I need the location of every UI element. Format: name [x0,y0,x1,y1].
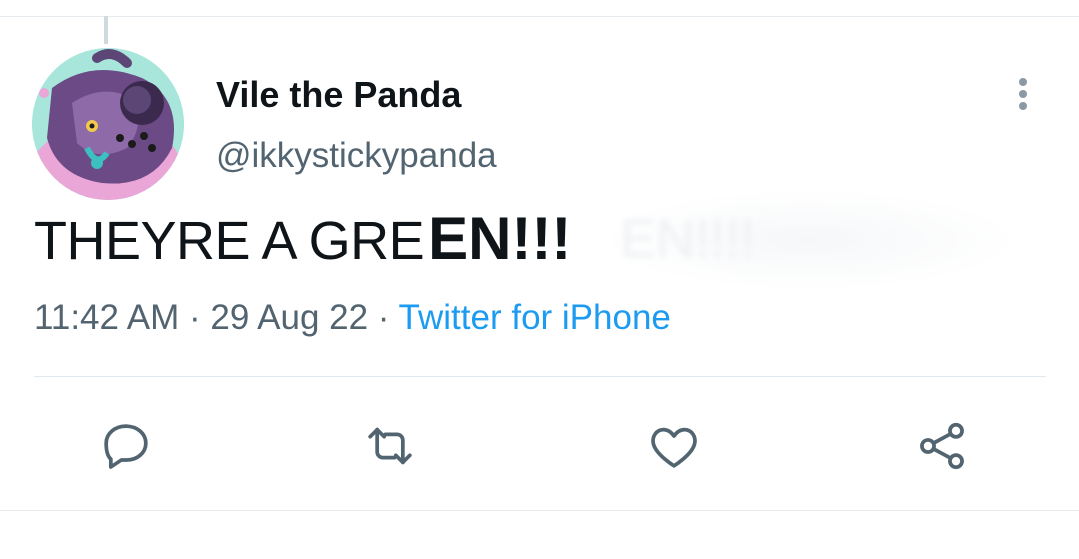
tweet-time[interactable]: 11:42 AM [34,298,179,337]
more-options-icon[interactable] [1006,74,1040,114]
top-divider [0,16,1079,17]
share-icon[interactable] [914,418,970,474]
tweet-source-link[interactable]: Twitter for iPhone [399,298,671,337]
reply-icon[interactable] [98,418,154,474]
user-handle[interactable]: @ikkystickypanda [216,136,497,176]
retweet-icon[interactable] [362,418,418,474]
tweet-meta: 11:42 AM · 29 Aug 22 · Twitter for iPhon… [34,298,671,338]
more-dot [1019,78,1027,86]
ghost-text: EN!!!! [620,209,756,269]
meta-separator: · [189,298,201,337]
avatar[interactable] [32,48,184,200]
more-dot [1019,102,1027,110]
action-divider [34,376,1046,377]
more-dot [1019,90,1027,98]
tweet-date[interactable]: 29 Aug 22 [210,298,368,337]
display-name[interactable]: Vile the Panda [216,74,461,116]
like-icon[interactable] [646,418,702,474]
tweet-text-part-a: THEYRE A GRE [34,211,425,271]
bottom-divider [0,510,1079,511]
meta-separator: · [377,298,390,337]
tweet-text: THEYRE A GRE EN!!! [34,204,571,284]
tweet-text-part-b: EN!!! [428,205,572,272]
avatar-image [32,48,184,200]
thread-connector-line [104,16,108,44]
